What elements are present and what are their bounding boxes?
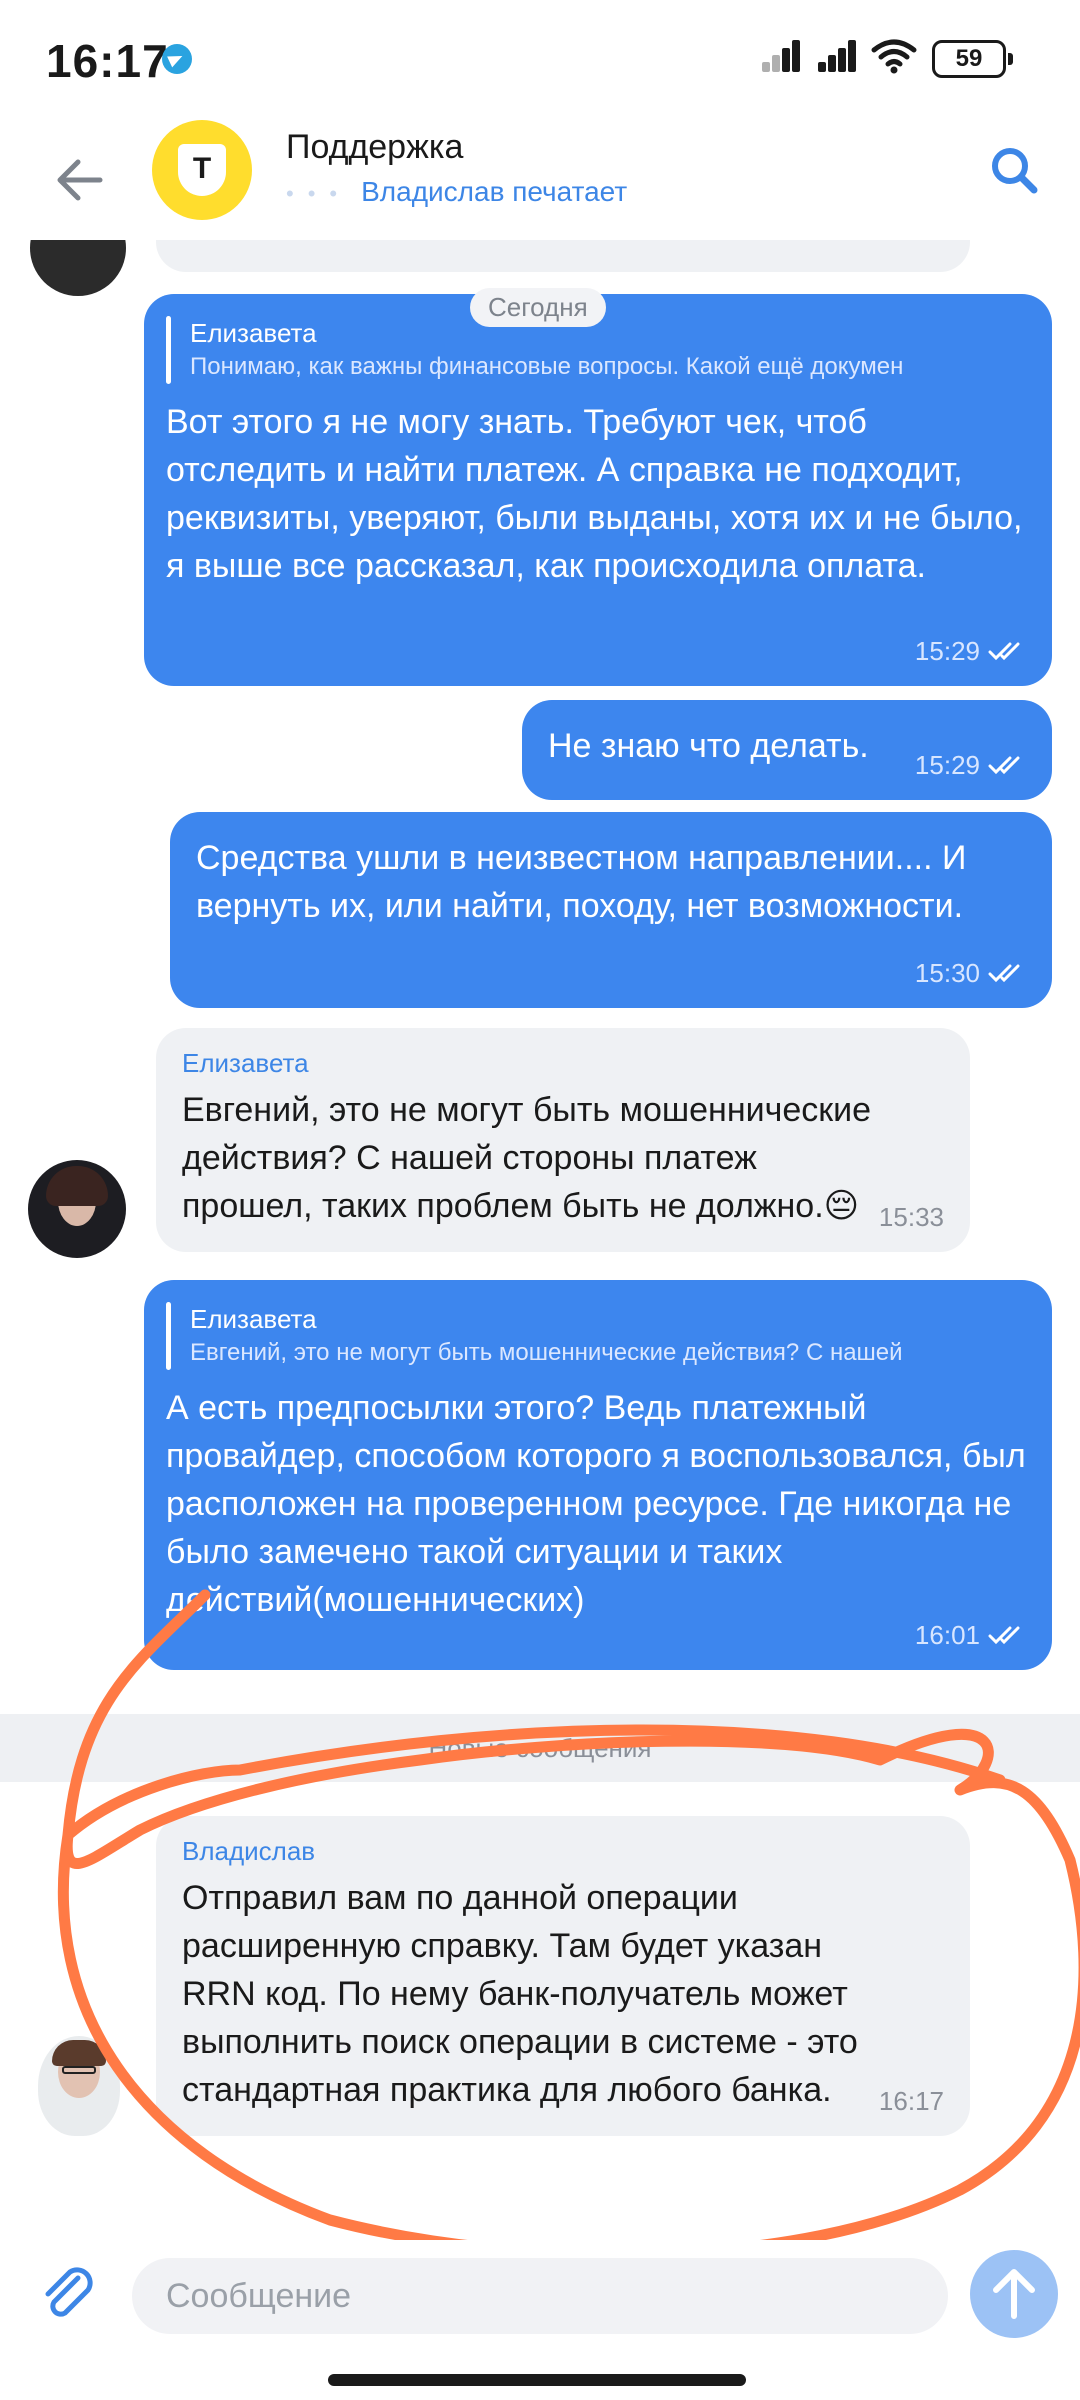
message-time: 15:29 — [914, 636, 980, 666]
message-bubble-incoming[interactable]: Елизавета Евгений, это не могут быть мош… — [156, 1028, 970, 1252]
double-check-icon — [988, 756, 1020, 775]
message-time: 15:30 — [914, 958, 980, 988]
home-indicator[interactable] — [328, 2374, 746, 2386]
message-meta: 16:01 — [915, 1620, 1026, 1650]
message-text: Средства ушли в неизвестном направлении.… — [196, 839, 967, 925]
shield-icon: T — [178, 144, 226, 196]
message-meta: 15:30 — [915, 958, 1026, 988]
reply-quote[interactable]: Елизавета Евгений, это не могут быть мош… — [166, 1302, 1026, 1370]
typing-status-text: Владислав печатает — [361, 176, 628, 207]
status-bar: 16:17 59 — [0, 0, 1080, 120]
double-check-icon — [988, 642, 1020, 661]
date-divider: Сегодня — [470, 288, 606, 327]
message-bubble-incoming[interactable]: Владислав Отправил вам по данной операци… — [156, 1816, 970, 2136]
quote-sender: Елизавета — [190, 1304, 317, 1334]
message-text: А есть предпосылки этого? Ведь платежный… — [166, 1389, 1026, 1619]
search-icon[interactable] — [986, 142, 1042, 198]
message-bubble-previous — [156, 240, 970, 272]
message-time: 16:01 — [914, 1620, 980, 1650]
message-meta: 16:17 — [879, 2086, 944, 2116]
message-time: 16:17 — [878, 2086, 944, 2116]
battery-icon: 59 — [932, 40, 1013, 78]
reply-quote[interactable]: Елизавета Понимаю, как важны финансовые … — [166, 316, 1026, 384]
message-bubble-outgoing[interactable]: Не знаю что делать. 15:29 — [522, 700, 1052, 800]
chat-area[interactable]: Елизавета Понимаю, как важны финансовые … — [0, 240, 1080, 2240]
sender-name[interactable]: Елизавета — [182, 1046, 944, 1080]
message-meta: 15:29 — [915, 636, 1026, 666]
message-meta: 15:29 — [915, 750, 1026, 780]
message-input[interactable]: Сообщение — [132, 2258, 948, 2334]
double-check-icon — [988, 1626, 1020, 1645]
message-meta: 15:33 — [879, 1202, 944, 1232]
message-text: Отправил вам по данной операции расширен… — [182, 1879, 858, 2109]
avatar[interactable] — [30, 240, 126, 296]
paperclip-icon[interactable] — [38, 2264, 98, 2324]
status-time: 16:17 — [46, 35, 169, 87]
message-bubble-outgoing[interactable]: Средства ушли в неизвестном направлении.… — [170, 812, 1052, 1008]
message-time: 15:33 — [878, 1202, 944, 1232]
double-check-icon — [988, 964, 1020, 983]
message-time: 15:29 — [914, 750, 980, 780]
message-text: Евгений, это не могут быть мошеннические… — [182, 1091, 871, 1225]
avatar[interactable] — [38, 2036, 120, 2136]
message-bubble-outgoing[interactable]: Елизавета Понимаю, как важны финансовые … — [144, 294, 1052, 686]
input-bar: Сообщение — [0, 2240, 1080, 2400]
message-text: Вот этого я не могу знать. Требуют чек, … — [166, 403, 1023, 585]
avatar[interactable] — [28, 1160, 126, 1258]
quote-text: Понимаю, как важны финансовые вопросы. К… — [190, 353, 904, 380]
typing-status: ••• Владислав печатает — [286, 176, 627, 208]
chat-title[interactable]: Поддержка — [286, 128, 463, 167]
quote-sender: Елизавета — [190, 318, 317, 348]
message-bubble-outgoing[interactable]: Елизавета Евгений, это не могут быть мош… — [144, 1280, 1052, 1670]
back-arrow-icon[interactable] — [50, 150, 110, 210]
send-button[interactable] — [970, 2250, 1058, 2338]
battery-level: 59 — [955, 45, 983, 72]
quote-text: Евгений, это не могут быть мошеннические… — [190, 1339, 903, 1366]
new-messages-divider: Новые сообщения — [0, 1714, 1080, 1782]
sender-name[interactable]: Владислав — [182, 1834, 944, 1868]
arrow-up-icon — [993, 2269, 1035, 2319]
bank-logo[interactable]: T — [152, 120, 252, 220]
wifi-icon — [871, 39, 917, 74]
telegram-icon — [162, 44, 192, 74]
typing-dots-icon: ••• — [286, 181, 352, 206]
signal-icon-2 — [818, 38, 858, 72]
signal-icon — [762, 38, 802, 72]
